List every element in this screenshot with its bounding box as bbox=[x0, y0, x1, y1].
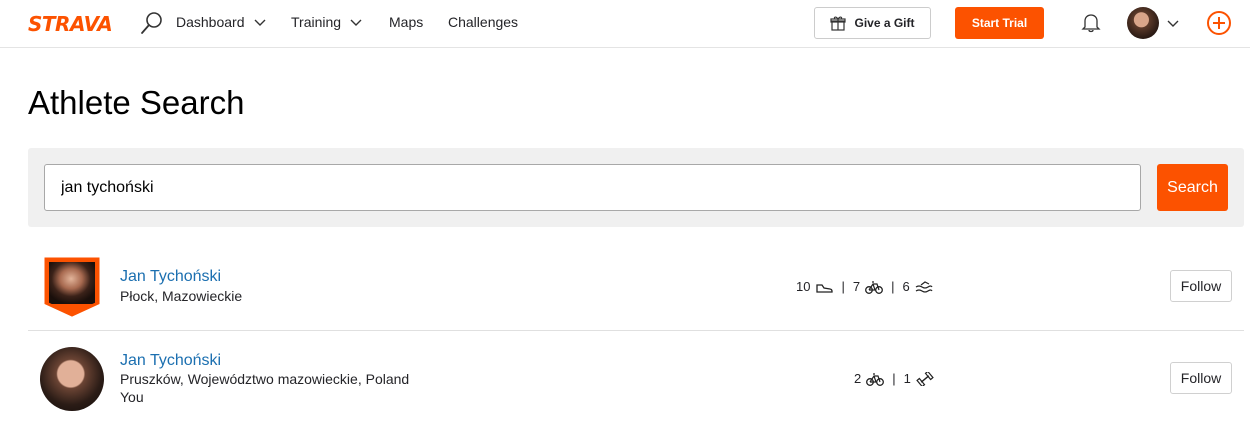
add-plus-icon[interactable] bbox=[1206, 10, 1232, 36]
bike-icon bbox=[866, 372, 885, 386]
page-title: Athlete Search bbox=[28, 84, 245, 121]
nav-dashboard[interactable]: Dashboard bbox=[176, 14, 267, 30]
gift-icon bbox=[830, 16, 847, 31]
stat-run-count: 10 bbox=[796, 279, 811, 294]
top-nav: STRAVA Dashboard Training Maps Challenge… bbox=[0, 0, 1250, 48]
search-button[interactable]: Search bbox=[1157, 164, 1228, 211]
stat-swim-count: 6 bbox=[902, 279, 910, 294]
give-gift-button[interactable]: Give a Gift bbox=[814, 7, 931, 39]
chevron-down-icon bbox=[254, 19, 265, 26]
stat-separator: | bbox=[841, 279, 845, 294]
user-avatar[interactable] bbox=[1127, 7, 1159, 39]
result-row: Jan Tychoński Pruszków, Województwo mazo… bbox=[28, 332, 1244, 427]
follow-button[interactable]: Follow bbox=[1170, 362, 1232, 394]
athlete-activity-stats: 10 | 7 | 6 bbox=[796, 279, 933, 294]
stat-ride-count: 2 bbox=[854, 371, 862, 386]
athlete-name-link[interactable]: Jan Tychoński bbox=[120, 352, 221, 370]
strava-logo[interactable]: STRAVA bbox=[28, 12, 113, 36]
search-icon[interactable] bbox=[140, 11, 164, 35]
stat-separator: | bbox=[892, 371, 896, 386]
bike-icon bbox=[865, 280, 884, 294]
athlete-avatar-badge[interactable] bbox=[44, 257, 100, 317]
nav-challenges[interactable]: Challenges bbox=[448, 14, 518, 30]
nav-maps[interactable]: Maps bbox=[389, 14, 423, 30]
start-trial-button[interactable]: Start Trial bbox=[955, 7, 1044, 39]
give-gift-label: Give a Gift bbox=[854, 16, 915, 30]
search-panel: Search bbox=[28, 148, 1244, 227]
chevron-down-icon[interactable] bbox=[1166, 16, 1180, 30]
follow-button[interactable]: Follow bbox=[1170, 270, 1232, 302]
athlete-location: Płock, Mazowieckie bbox=[120, 288, 243, 304]
nav-training-label: Training bbox=[291, 14, 342, 30]
swim-icon bbox=[915, 280, 933, 293]
athlete-activity-stats: 2 | 1 bbox=[854, 371, 934, 386]
shoe-icon bbox=[816, 283, 834, 293]
bell-icon[interactable] bbox=[1080, 11, 1102, 33]
athlete-avatar[interactable] bbox=[40, 347, 104, 411]
athlete-name-link[interactable]: Jan Tychoński bbox=[120, 268, 221, 286]
nav-training[interactable]: Training bbox=[291, 14, 363, 30]
stat-separator: | bbox=[891, 279, 895, 294]
athlete-location: Pruszków, Województwo mazowieckie, Polan… bbox=[120, 371, 410, 387]
stat-ride-count: 7 bbox=[852, 279, 861, 294]
athlete-search-input[interactable] bbox=[44, 164, 1141, 211]
chevron-down-icon bbox=[350, 19, 362, 26]
nav-challenges-label: Challenges bbox=[448, 14, 519, 30]
result-row: Jan Tychoński Płock, Mazowieckie 10 | 7 … bbox=[28, 247, 1244, 331]
nav-maps-label: Maps bbox=[389, 14, 424, 30]
stat-workout-count: 1 bbox=[903, 371, 911, 386]
you-label: You bbox=[120, 389, 144, 405]
dumbbell-icon bbox=[916, 371, 934, 386]
nav-dashboard-label: Dashboard bbox=[176, 14, 245, 30]
